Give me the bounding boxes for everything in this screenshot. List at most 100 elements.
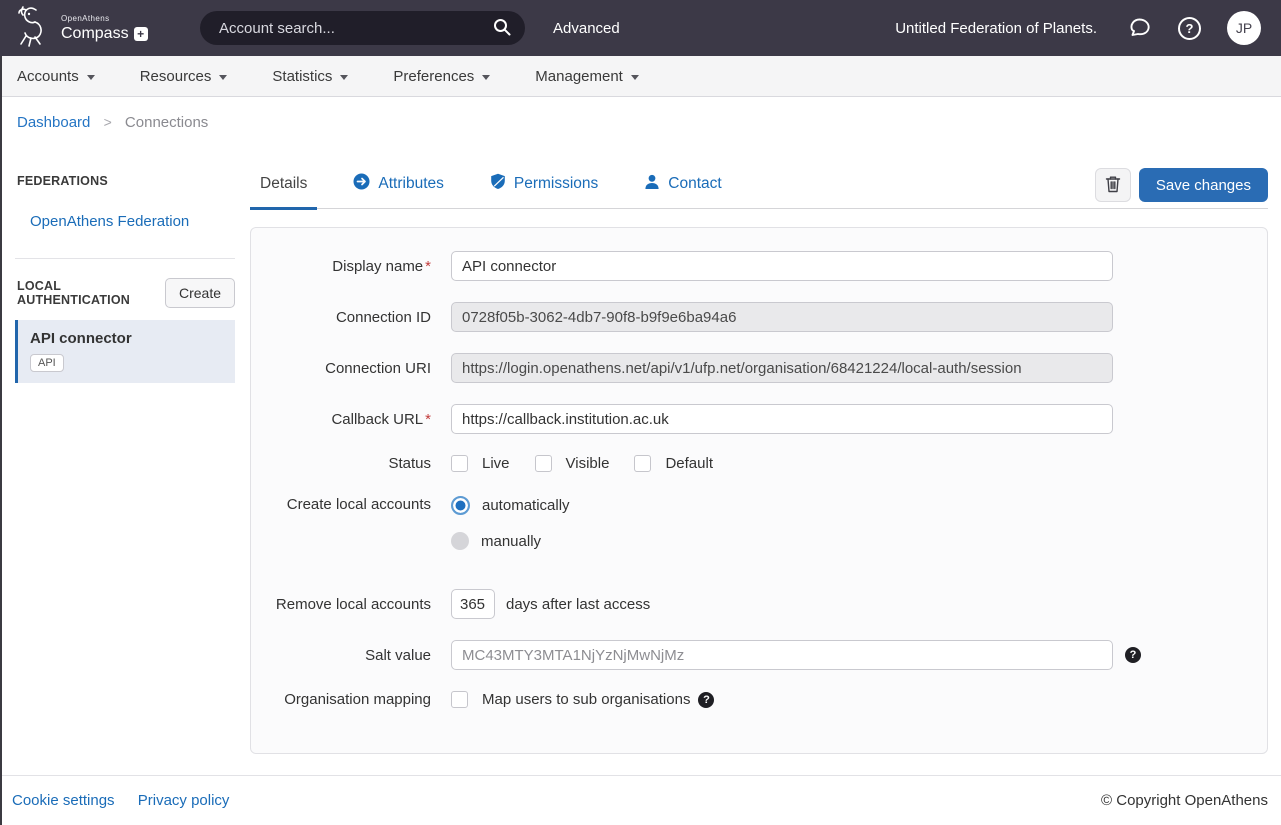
required-marker: * bbox=[425, 411, 431, 428]
app-window: OpenAthens Compass + Advanced Untit bbox=[0, 0, 1281, 825]
tab-contact[interactable]: Contact bbox=[634, 163, 731, 208]
user-avatar[interactable]: JP bbox=[1227, 11, 1261, 45]
nav-item-label: Statistics bbox=[272, 68, 332, 85]
connection-id-label: Connection ID bbox=[251, 309, 431, 326]
save-changes-button[interactable]: Save changes bbox=[1139, 168, 1268, 202]
brand-compass-label: Compass bbox=[61, 26, 129, 42]
account-search-input[interactable] bbox=[217, 19, 492, 38]
status-visible-checkbox[interactable] bbox=[535, 455, 552, 472]
callback-url-row: Callback URL* bbox=[251, 404, 1267, 434]
connection-uri-row: Connection URI bbox=[251, 353, 1267, 383]
salt-help-icon[interactable]: ? bbox=[1125, 647, 1141, 663]
salt-value-label: Salt value bbox=[251, 647, 431, 664]
chevron-down-icon bbox=[87, 75, 95, 80]
nav-item-accounts[interactable]: Accounts bbox=[3, 56, 109, 96]
brand-logo[interactable]: OpenAthens Compass + bbox=[14, 4, 200, 53]
manually-label: manually bbox=[481, 533, 541, 550]
openathens-owl-icon bbox=[14, 4, 54, 53]
help-button[interactable]: ? bbox=[1178, 17, 1201, 40]
search-icon bbox=[492, 17, 512, 40]
org-mapping-checkbox[interactable] bbox=[451, 691, 468, 708]
copyright-text: © Copyright OpenAthens bbox=[1101, 792, 1268, 809]
tab-label: Attributes bbox=[378, 175, 443, 193]
sidebar-item-api-connector[interactable]: API connector API bbox=[15, 320, 235, 383]
privacy-policy-link[interactable]: Privacy policy bbox=[138, 792, 230, 809]
create-local-accounts-label: Create local accounts bbox=[251, 496, 431, 513]
org-mapping-help-icon[interactable]: ? bbox=[698, 692, 714, 708]
create-local-accounts-row: Create local accounts automatically manu… bbox=[251, 496, 1267, 550]
tabs-row: Details Attributes bbox=[250, 163, 1268, 209]
salt-value-row: Salt value ? bbox=[251, 640, 1267, 670]
automatically-label: automatically bbox=[482, 497, 570, 514]
nav-item-resources[interactable]: Resources bbox=[126, 56, 242, 96]
cookie-settings-link[interactable]: Cookie settings bbox=[12, 792, 115, 809]
create-connection-button[interactable]: Create bbox=[165, 278, 235, 308]
organisation-mapping-label: Organisation mapping bbox=[251, 691, 431, 708]
nav-item-preferences[interactable]: Preferences bbox=[379, 56, 504, 96]
top-header: OpenAthens Compass + Advanced Untit bbox=[0, 0, 1281, 56]
remove-days-input[interactable] bbox=[451, 589, 495, 619]
content-area: FEDERATIONS OpenAthens Federation LOCAL … bbox=[0, 143, 1281, 775]
connection-id-input bbox=[451, 302, 1113, 332]
tab-label: Permissions bbox=[514, 175, 598, 193]
create-accounts-manually-radio[interactable] bbox=[451, 532, 469, 550]
tab-permissions[interactable]: Permissions bbox=[480, 163, 608, 208]
local-authentication-heading: LOCAL AUTHENTICATION bbox=[17, 279, 165, 307]
display-name-label: Display name* bbox=[251, 258, 431, 275]
sidebar-item-openathens-federation[interactable]: OpenAthens Federation bbox=[30, 213, 189, 230]
nav-item-label: Preferences bbox=[393, 68, 474, 85]
remove-days-suffix: days after last access bbox=[506, 596, 650, 613]
delete-connection-button[interactable] bbox=[1095, 168, 1131, 202]
breadcrumb: Dashboard > Connections bbox=[0, 97, 1281, 143]
main-panel: Details Attributes bbox=[250, 143, 1281, 775]
chevron-down-icon bbox=[340, 75, 348, 80]
tab-bar: Details Attributes bbox=[250, 163, 732, 208]
sidebar: FEDERATIONS OpenAthens Federation LOCAL … bbox=[0, 143, 250, 775]
sidebar-divider bbox=[15, 258, 235, 259]
status-default-checkbox[interactable] bbox=[634, 455, 651, 472]
chat-button[interactable] bbox=[1127, 15, 1152, 42]
required-marker: * bbox=[425, 258, 431, 275]
breadcrumb-dashboard-link[interactable]: Dashboard bbox=[17, 114, 90, 131]
nav-item-label: Resources bbox=[140, 68, 212, 85]
create-accounts-automatically-radio[interactable] bbox=[451, 496, 470, 515]
chevron-down-icon bbox=[631, 75, 639, 80]
connection-uri-label: Connection URI bbox=[251, 360, 431, 377]
nav-item-management[interactable]: Management bbox=[521, 56, 653, 96]
arrow-circle-right-icon bbox=[353, 173, 370, 195]
status-default-label: Default bbox=[665, 455, 713, 472]
account-search-bar bbox=[200, 11, 525, 45]
connection-id-row: Connection ID bbox=[251, 302, 1267, 332]
callback-url-input[interactable] bbox=[451, 404, 1113, 434]
advanced-search-link[interactable]: Advanced bbox=[553, 20, 620, 37]
chevron-down-icon bbox=[219, 75, 227, 80]
window-edge bbox=[0, 56, 2, 825]
person-icon bbox=[644, 174, 660, 195]
status-live-checkbox[interactable] bbox=[451, 455, 468, 472]
page-actions: Save changes bbox=[1095, 168, 1268, 208]
remove-local-accounts-row: Remove local accounts days after last ac… bbox=[251, 589, 1267, 619]
federations-heading: FEDERATIONS bbox=[17, 174, 250, 188]
org-mapping-checkbox-label: Map users to sub organisations bbox=[482, 691, 690, 708]
main-nav: Accounts Resources Statistics Preference… bbox=[0, 56, 1281, 97]
breadcrumb-separator: > bbox=[104, 114, 112, 130]
display-name-input[interactable] bbox=[451, 251, 1113, 281]
details-form-card: Display name* Connection ID Connection U… bbox=[250, 227, 1268, 754]
nav-item-statistics[interactable]: Statistics bbox=[258, 56, 362, 96]
breadcrumb-current: Connections bbox=[125, 114, 208, 131]
page-footer: Cookie settings Privacy policy © Copyrig… bbox=[0, 775, 1281, 825]
plus-badge-icon: + bbox=[134, 27, 148, 41]
status-row: Status Live Visible Default bbox=[251, 455, 1267, 472]
display-name-row: Display name* bbox=[251, 251, 1267, 281]
status-label: Status bbox=[251, 455, 431, 472]
search-submit-button[interactable] bbox=[492, 17, 512, 40]
salt-value-input[interactable] bbox=[451, 640, 1113, 670]
organisation-mapping-row: Organisation mapping Map users to sub or… bbox=[251, 691, 1267, 708]
remove-local-accounts-label: Remove local accounts bbox=[251, 596, 431, 613]
chat-bubble-icon bbox=[1127, 15, 1152, 42]
tab-attributes[interactable]: Attributes bbox=[343, 163, 453, 208]
status-live-label: Live bbox=[482, 455, 510, 472]
tab-details[interactable]: Details bbox=[250, 163, 317, 208]
header-right-group: Untitled Federation of Planets. ? JP bbox=[895, 11, 1261, 45]
shield-icon bbox=[490, 173, 506, 195]
